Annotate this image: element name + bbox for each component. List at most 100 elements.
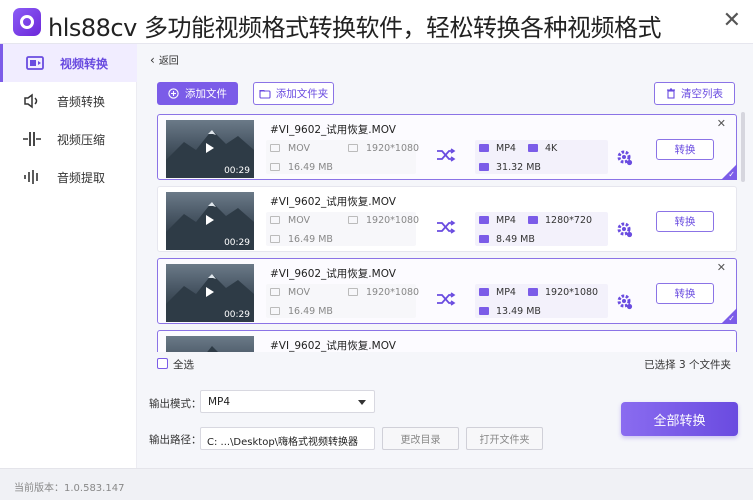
title-bar: hls88cv 多功能视频格式转换软件，轻松转换各种视频格式 ✕ xyxy=(0,0,753,44)
sidebar-item-audio-convert[interactable]: 音频转换 xyxy=(0,82,137,120)
sidebar: 视频转换 音频转换 视频压缩 音频提取 xyxy=(0,44,137,468)
output-format-select[interactable]: MP4 xyxy=(200,390,375,413)
selected-count: 已选择 3 个文件夹 xyxy=(644,359,731,371)
source-size-value: 16.49 MB xyxy=(288,162,333,173)
output-mode-label: 输出模式： xyxy=(149,398,202,410)
back-label: 返回 xyxy=(158,56,179,67)
file-name: #VI_9602_试用恢复.MOV xyxy=(270,340,396,352)
settings-gear-icon[interactable] xyxy=(616,149,634,167)
close-icon[interactable]: ✕ xyxy=(717,117,726,130)
duration: 00:29 xyxy=(224,166,250,176)
video-thumbnail[interactable]: 00:29 xyxy=(166,120,254,178)
video-thumbnail[interactable]: 00:29 xyxy=(166,192,254,250)
source-resolution-value: 1920*1080 xyxy=(366,287,420,298)
output-size: 8.49 MB xyxy=(479,234,535,245)
convert-button[interactable]: 转换 xyxy=(656,211,714,232)
output-resolution-value: 1920*1080 xyxy=(545,287,599,298)
convert-button[interactable]: 转换 xyxy=(656,283,714,304)
clear-list-button[interactable]: 清空列表 xyxy=(654,82,735,105)
format-icon xyxy=(479,144,489,152)
output-resolution-value: 1280*720 xyxy=(545,215,593,226)
duration: 00:29 xyxy=(224,238,250,248)
play-icon[interactable] xyxy=(206,287,214,297)
play-icon[interactable] xyxy=(206,215,214,225)
source-size-value: 16.49 MB xyxy=(288,306,333,317)
source-format: MOV xyxy=(270,287,310,298)
change-directory-button[interactable]: 更改目录 xyxy=(382,427,459,450)
select-all-checkbox[interactable] xyxy=(157,358,168,369)
format-icon xyxy=(479,216,489,224)
file-card[interactable]: 00:29 #VI_9602_试用恢复.MOV MOV 1920*1080 16… xyxy=(157,186,737,252)
file-card[interactable]: #VI_9602_试用恢复.MOV xyxy=(157,330,737,352)
output-size-value: 13.49 MB xyxy=(496,306,541,317)
video-thumbnail[interactable] xyxy=(166,336,254,352)
selection-bar: 全选 已选择 3 个文件夹 xyxy=(149,352,741,376)
sidebar-item-video-convert[interactable]: 视频转换 xyxy=(0,44,137,82)
file-card[interactable]: 00:29 #VI_9602_试用恢复.MOV MOV 1920*1080 16… xyxy=(157,114,737,180)
file-name: #VI_9602_试用恢复.MOV xyxy=(270,124,396,136)
file-name: #VI_9602_试用恢复.MOV xyxy=(270,196,396,208)
version-text: 当前版本：1.0.583.147 xyxy=(14,483,125,494)
resolution-icon xyxy=(528,288,538,296)
sidebar-item-audio-extract[interactable]: 音频提取 xyxy=(0,158,137,196)
resolution-icon xyxy=(348,288,358,296)
source-resolution-value: 1920*1080 xyxy=(366,215,420,226)
file-list: 00:29 #VI_9602_试用恢复.MOV MOV 1920*1080 16… xyxy=(155,112,740,352)
convert-all-button[interactable]: 全部转换 xyxy=(621,402,738,436)
app-logo xyxy=(13,8,41,36)
close-icon[interactable]: ✕ xyxy=(717,261,726,274)
output-format: MP4 xyxy=(479,287,516,298)
source-size: 16.49 MB xyxy=(270,306,333,317)
output-resolution-value: 4K xyxy=(545,143,558,154)
list-scrollbar[interactable] xyxy=(741,112,745,182)
output-size: 31.32 MB xyxy=(479,162,541,173)
resolution-icon xyxy=(528,216,538,224)
convert-button[interactable]: 转换 xyxy=(656,139,714,160)
play-icon[interactable] xyxy=(206,143,214,153)
format-icon xyxy=(270,144,280,152)
output-size-value: 31.32 MB xyxy=(496,162,541,173)
output-resolution: 4K xyxy=(528,143,557,154)
audio-extract-icon xyxy=(24,170,38,184)
settings-gear-icon[interactable] xyxy=(616,293,634,311)
output-format-value: MP4 xyxy=(496,143,516,154)
output-size-value: 8.49 MB xyxy=(496,234,535,245)
source-resolution: 1920*1080 xyxy=(348,143,419,154)
add-file-label: 添加文件 xyxy=(185,88,227,100)
folder-icon xyxy=(259,89,271,99)
video-thumbnail[interactable]: 00:29 xyxy=(166,264,254,322)
chevron-down-icon xyxy=(358,400,366,405)
output-format: MP4 xyxy=(479,215,516,226)
output-format-value: MP4 xyxy=(496,287,516,298)
resolution-icon xyxy=(528,144,538,152)
chevron-left-icon: ‹ xyxy=(150,53,155,67)
sidebar-item-label: 视频转换 xyxy=(60,57,109,71)
output-format: MP4 xyxy=(479,143,516,154)
status-bar: 当前版本：1.0.583.147 xyxy=(0,468,753,500)
trash-icon xyxy=(667,88,675,99)
output-path-field[interactable]: C: ...\Desktop\嗨格式视频转换器 xyxy=(200,427,375,450)
source-size-value: 16.49 MB xyxy=(288,234,333,245)
close-icon[interactable]: ✕ xyxy=(723,8,741,33)
select-all-label[interactable]: 全选 xyxy=(173,357,194,372)
output-format-value: MP4 xyxy=(496,215,516,226)
sidebar-item-video-compress[interactable]: 视频压缩 xyxy=(0,120,137,158)
add-folder-button[interactable]: 添加文件夹 xyxy=(253,82,334,105)
add-file-button[interactable]: 添加文件 xyxy=(157,82,238,105)
sidebar-item-label: 音频提取 xyxy=(57,171,106,185)
format-icon xyxy=(270,216,280,224)
app-title: hls88cv 多功能视频格式转换软件，轻松转换各种视频格式 xyxy=(48,14,661,42)
file-card[interactable]: 00:29 #VI_9602_试用恢复.MOV MOV 1920*1080 16… xyxy=(157,258,737,324)
output-path-value: C: ...\Desktop\嗨格式视频转换器 xyxy=(207,437,359,448)
file-name: #VI_9602_试用恢复.MOV xyxy=(270,268,396,280)
sidebar-item-label: 视频压缩 xyxy=(57,133,106,147)
resolution-icon xyxy=(348,144,358,152)
check-icon: ✓ xyxy=(728,314,735,323)
source-resolution: 1920*1080 xyxy=(348,287,419,298)
shuffle-arrow-icon xyxy=(437,220,456,234)
open-folder-button[interactable]: 打开文件夹 xyxy=(466,427,543,450)
back-button[interactable]: ‹ 返回 xyxy=(150,52,179,67)
settings-gear-icon[interactable] xyxy=(616,221,634,239)
folder-icon xyxy=(270,163,280,171)
folder-icon xyxy=(270,235,280,243)
